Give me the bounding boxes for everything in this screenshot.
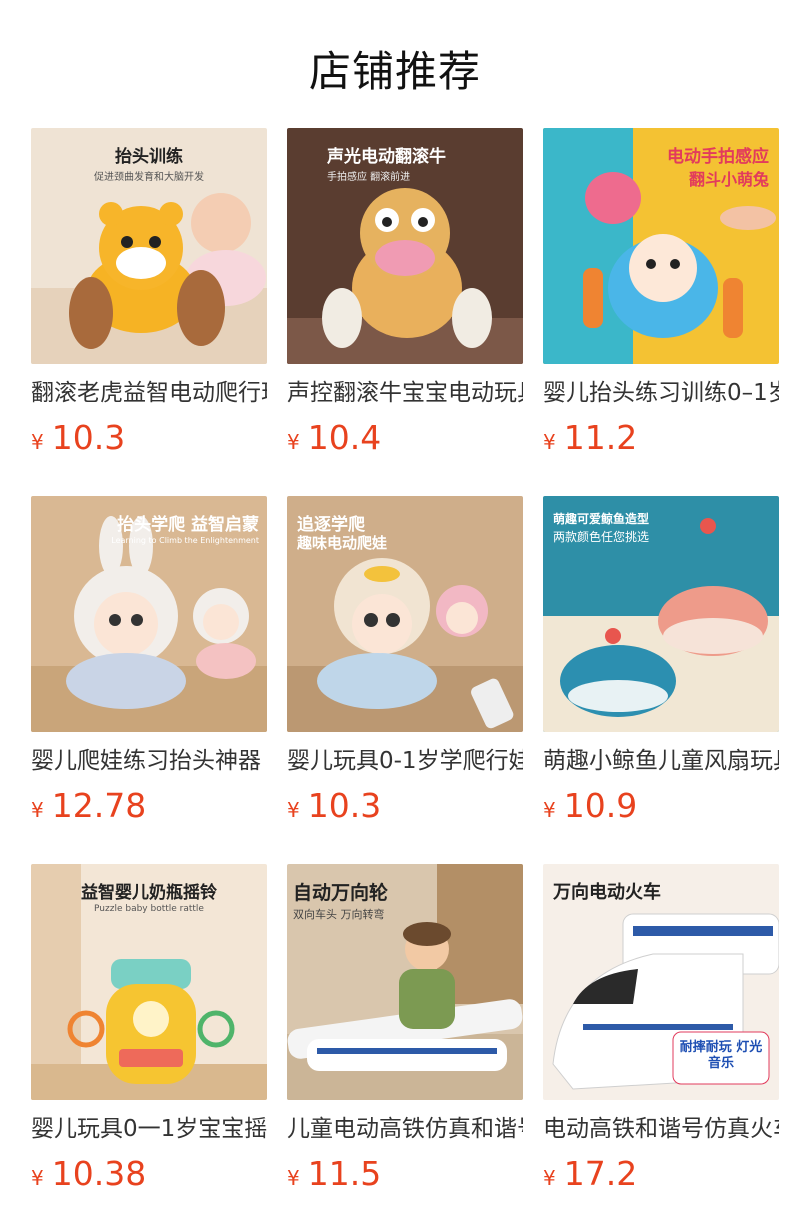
product-image[interactable]: 万向电动火车 耐摔耐玩 灯光音乐 — [543, 864, 779, 1100]
image-caption: 抬头学爬 益智启蒙 — [117, 515, 259, 535]
image-caption: 益智婴儿奶瓶摇铃 — [81, 883, 217, 903]
product-image[interactable]: 抬头学爬 益智启蒙 Learning to Climb the Enlighte… — [31, 496, 267, 732]
product-price: ¥17.2 — [543, 1154, 779, 1200]
product-image[interactable]: 萌趣可爱鲸鱼造型 两款颜色任您挑选 — [543, 496, 779, 732]
product-card[interactable]: 声光电动翻滚牛 手拍感应 翻滚前进 声控翻滚牛宝宝电动玩具 ¥10.4 — [287, 128, 523, 480]
price-value: 10.3 — [51, 418, 126, 457]
product-price: ¥12.78 — [31, 786, 267, 832]
product-image[interactable]: 自动万向轮 双向车头 万向转弯 — [287, 864, 523, 1100]
product-name[interactable]: 翻滚老虎益智电动爬行玩具 — [31, 378, 267, 408]
product-card[interactable]: 益智婴儿奶瓶摇铃 Puzzle baby bottle rattle 婴儿玩具0… — [31, 864, 267, 1216]
product-price: ¥11.2 — [543, 418, 779, 464]
currency-symbol: ¥ — [31, 1166, 44, 1190]
product-image[interactable]: 声光电动翻滚牛 手拍感应 翻滚前进 — [287, 128, 523, 364]
product-card[interactable]: 自动万向轮 双向车头 万向转弯 儿童电动高铁仿真和谐号 ¥11.5 — [287, 864, 523, 1216]
image-subcaption: Puzzle baby bottle rattle — [94, 904, 204, 914]
section-title: 店铺推荐 — [308, 47, 481, 96]
product-price: ¥10.3 — [31, 418, 267, 464]
product-image[interactable]: 益智婴儿奶瓶摇铃 Puzzle baby bottle rattle — [31, 864, 267, 1100]
image-caption: 自动万向轮 — [293, 882, 389, 904]
product-name[interactable]: 萌趣小鲸鱼儿童风扇玩具 — [543, 746, 779, 776]
image-subcaption: 促进颈曲发育和大脑开发 — [94, 172, 204, 183]
currency-symbol: ¥ — [31, 430, 44, 454]
price-value: 10.3 — [307, 786, 382, 825]
product-card[interactable]: 电动手拍感应 翻斗小萌兔 婴儿抬头练习训练0–1岁 ¥11.2 — [543, 128, 779, 480]
product-name[interactable]: 婴儿抬头练习训练0–1岁 — [543, 378, 779, 408]
product-name[interactable]: 声控翻滚牛宝宝电动玩具 — [287, 378, 523, 408]
image-caption: 电动手拍感应 — [667, 147, 769, 167]
product-name[interactable]: 婴儿玩具0一1岁宝宝摇铃 — [31, 1114, 267, 1144]
product-card[interactable]: 抬头学爬 益智启蒙 Learning to Climb the Enlighte… — [31, 496, 267, 848]
image-subcaption: 手拍感应 翻滚前进 — [327, 172, 411, 183]
product-image[interactable]: 追逐学爬 趣味电动爬娃 — [287, 496, 523, 732]
product-card[interactable]: 万向电动火车 耐摔耐玩 灯光音乐 电动高铁和谐号仿真火车 ¥17.2 — [543, 864, 779, 1216]
product-card[interactable]: 追逐学爬 趣味电动爬娃 婴儿玩具0-1岁学爬行娃 ¥10.3 — [287, 496, 523, 848]
image-caption: 声光电动翻滚牛 — [327, 147, 446, 167]
price-value: 11.2 — [563, 418, 638, 457]
product-name[interactable]: 电动高铁和谐号仿真火车 — [543, 1114, 779, 1144]
currency-symbol: ¥ — [287, 1166, 300, 1190]
currency-symbol: ¥ — [287, 798, 300, 822]
product-card[interactable]: 抬头训练 促进颈曲发育和大脑开发 翻滚老虎益智电动爬行玩具 ¥10.3 — [31, 128, 267, 480]
image-subcaption: 两款颜色任您挑选 — [553, 530, 650, 544]
currency-symbol: ¥ — [287, 430, 300, 454]
product-grid: 抬头训练 促进颈曲发育和大脑开发 翻滚老虎益智电动爬行玩具 ¥10.3 — [31, 128, 779, 1216]
image-subcaption: 双向车头 万向转弯 — [293, 908, 385, 921]
price-value: 11.5 — [307, 1154, 382, 1193]
product-price: ¥11.5 — [287, 1154, 523, 1200]
product-price: ¥10.4 — [287, 418, 523, 464]
image-subcaption: 趣味电动爬娃 — [297, 534, 388, 552]
currency-symbol: ¥ — [543, 798, 556, 822]
product-price: ¥10.9 — [543, 786, 779, 832]
image-subcaption: 翻斗小萌兔 — [688, 170, 769, 189]
product-price: ¥10.3 — [287, 786, 523, 832]
image-caption: 万向电动火车 — [553, 882, 661, 903]
product-image[interactable]: 抬头训练 促进颈曲发育和大脑开发 — [31, 128, 267, 364]
image-subcaption: Learning to Climb the Enlightenment — [111, 536, 259, 545]
product-image[interactable]: 电动手拍感应 翻斗小萌兔 — [543, 128, 779, 364]
price-value: 17.2 — [563, 1154, 638, 1193]
price-value: 10.9 — [563, 786, 638, 825]
product-name[interactable]: 婴儿爬娃练习抬头神器 — [31, 746, 267, 776]
product-name[interactable]: 儿童电动高铁仿真和谐号 — [287, 1114, 523, 1144]
price-value: 10.4 — [307, 418, 382, 457]
image-caption: 抬头训练 — [115, 147, 183, 167]
price-value: 10.38 — [51, 1154, 147, 1193]
product-price: ¥10.38 — [31, 1154, 267, 1200]
currency-symbol: ¥ — [31, 798, 44, 822]
image-subcaption: 耐摔耐玩 灯光音乐 — [679, 1040, 763, 1071]
price-value: 12.78 — [51, 786, 147, 825]
currency-symbol: ¥ — [543, 430, 556, 454]
product-name[interactable]: 婴儿玩具0-1岁学爬行娃 — [287, 746, 523, 776]
product-card[interactable]: 萌趣可爱鲸鱼造型 两款颜色任您挑选 萌趣小鲸鱼儿童风扇玩具 ¥10.9 — [543, 496, 779, 848]
currency-symbol: ¥ — [543, 1166, 556, 1190]
image-caption: 萌趣可爱鲸鱼造型 — [553, 512, 650, 526]
